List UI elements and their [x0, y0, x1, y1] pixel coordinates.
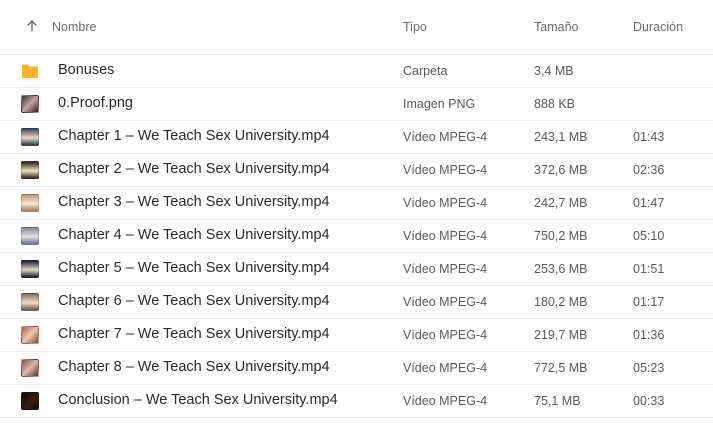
- table-row[interactable]: Bonuses Carpeta 3,4 MB: [0, 55, 713, 88]
- file-name[interactable]: Chapter 4 – We Teach Sex University.mp4: [58, 227, 330, 243]
- file-type: Vídeo MPEG-4: [403, 328, 488, 342]
- file-name[interactable]: Chapter 1 – We Teach Sex University.mp4: [58, 128, 330, 144]
- file-name[interactable]: Chapter 8 – We Teach Sex University.mp4: [58, 359, 330, 375]
- file-list: Nombre Tipo Tamaño Duración Bonuses Carpe…: [0, 0, 713, 418]
- file-type: Vídeo MPEG-4: [403, 163, 488, 177]
- table-row[interactable]: Chapter 4 – We Teach Sex University.mp4 V…: [0, 220, 713, 253]
- file-type: Vídeo MPEG-4: [403, 295, 488, 309]
- video-thumbnail-icon: [21, 359, 39, 377]
- file-name[interactable]: Conclusion – We Teach Sex University.mp4: [58, 392, 338, 408]
- file-duration: 01:17: [633, 295, 665, 309]
- video-thumbnail-icon: [21, 161, 39, 179]
- file-type: Vídeo MPEG-4: [403, 262, 488, 276]
- file-name[interactable]: 0.Proof.png: [58, 95, 133, 111]
- column-header-duration[interactable]: Duración: [633, 20, 683, 34]
- video-thumbnail-icon: [21, 293, 39, 311]
- table-row[interactable]: Chapter 5 – We Teach Sex University.mp4 V…: [0, 253, 713, 286]
- file-size: 75,1 MB: [534, 394, 581, 408]
- file-size: 242,7 MB: [534, 196, 588, 210]
- file-size: 243,1 MB: [534, 130, 588, 144]
- table-row[interactable]: Chapter 6 – We Teach Sex University.mp4 V…: [0, 286, 713, 319]
- file-duration: 02:36: [633, 163, 665, 177]
- file-name[interactable]: Chapter 3 – We Teach Sex University.mp4: [58, 194, 330, 210]
- file-size: 253,6 MB: [534, 262, 588, 276]
- column-header-type[interactable]: Tipo: [403, 20, 427, 34]
- video-thumbnail-icon: [21, 128, 39, 146]
- file-name[interactable]: Chapter 5 – We Teach Sex University.mp4: [58, 260, 330, 276]
- table-row[interactable]: Chapter 3 – We Teach Sex University.mp4 V…: [0, 187, 713, 220]
- file-type: Vídeo MPEG-4: [403, 394, 488, 408]
- file-type: Carpeta: [403, 64, 448, 78]
- file-size: 180,2 MB: [534, 295, 588, 309]
- column-header-size[interactable]: Tamaño: [534, 20, 578, 34]
- video-thumbnail-icon: [21, 392, 39, 410]
- file-name[interactable]: Bonuses: [58, 62, 114, 78]
- file-type: Vídeo MPEG-4: [403, 229, 488, 243]
- column-header-name[interactable]: Nombre: [52, 20, 96, 34]
- video-thumbnail-icon: [21, 326, 39, 344]
- file-type: Vídeo MPEG-4: [403, 196, 488, 210]
- file-size: 3,4 MB: [534, 64, 574, 78]
- video-thumbnail-icon: [21, 194, 39, 212]
- file-duration: 01:47: [633, 196, 665, 210]
- folder-icon: [21, 62, 39, 80]
- table-row[interactable]: 0.Proof.png Imagen PNG 888 KB: [0, 88, 713, 121]
- file-list-header: Nombre Tipo Tamaño Duración: [0, 0, 713, 55]
- sort-ascending-icon[interactable]: [24, 18, 40, 34]
- file-type: Vídeo MPEG-4: [403, 130, 488, 144]
- table-row[interactable]: Conclusion – We Teach Sex University.mp4…: [0, 385, 713, 418]
- file-size: 772,5 MB: [534, 361, 588, 375]
- video-thumbnail-icon: [21, 260, 39, 278]
- file-name[interactable]: Chapter 6 – We Teach Sex University.mp4: [58, 293, 330, 309]
- file-name[interactable]: Chapter 7 – We Teach Sex University.mp4: [58, 326, 330, 342]
- file-duration: 05:23: [633, 361, 665, 375]
- file-name[interactable]: Chapter 2 – We Teach Sex University.mp4: [58, 161, 330, 177]
- file-duration: 01:43: [633, 130, 665, 144]
- file-size: 372,6 MB: [534, 163, 588, 177]
- table-row[interactable]: Chapter 1 – We Teach Sex University.mp4 V…: [0, 121, 713, 154]
- file-size: 888 KB: [534, 97, 576, 111]
- file-size: 219,7 MB: [534, 328, 588, 342]
- file-duration: 01:51: [633, 262, 665, 276]
- table-row[interactable]: Chapter 2 – We Teach Sex University.mp4 V…: [0, 154, 713, 187]
- file-type: Imagen PNG: [403, 97, 476, 111]
- file-size: 750,2 MB: [534, 229, 588, 243]
- file-duration: 01:36: [633, 328, 665, 342]
- table-row[interactable]: Chapter 7 – We Teach Sex University.mp4 V…: [0, 319, 713, 352]
- table-row[interactable]: Chapter 8 – We Teach Sex University.mp4 V…: [0, 352, 713, 385]
- file-type: Vídeo MPEG-4: [403, 361, 488, 375]
- video-thumbnail-icon: [21, 227, 39, 245]
- file-duration: 05:10: [633, 229, 665, 243]
- file-list-body: Bonuses Carpeta 3,4 MB 0.Proof.png Imagen PN…: [0, 55, 713, 418]
- image-thumbnail-icon: [21, 95, 39, 113]
- file-duration: 00:33: [633, 394, 665, 408]
